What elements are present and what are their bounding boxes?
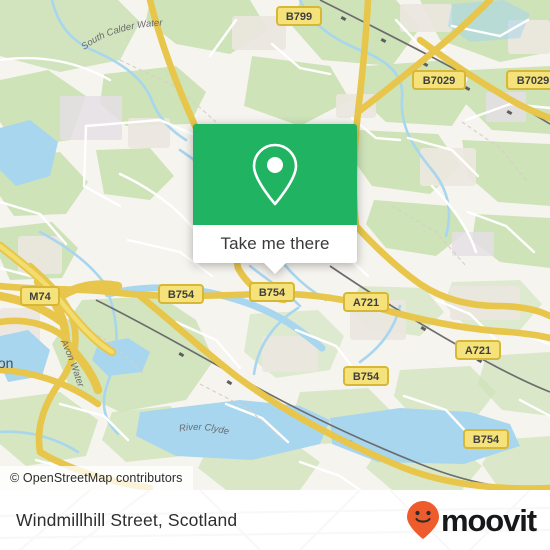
popup-footer[interactable]: Take me there	[193, 225, 357, 274]
footer-bar: Windmillhill Street, Scotland moovit	[0, 490, 550, 550]
svg-text:B7029: B7029	[423, 75, 455, 87]
popup-tail	[264, 263, 286, 274]
location-pin-icon	[252, 143, 298, 205]
take-me-there-popup[interactable]: Take me there	[193, 124, 357, 274]
place-label-town: ton	[0, 355, 13, 371]
road-shield-b799: B799	[276, 6, 322, 26]
svg-text:B7029: B7029	[517, 75, 549, 87]
svg-text:A721: A721	[353, 297, 379, 309]
road-shield-b754-a: B754	[158, 284, 204, 304]
svg-text:B754: B754	[259, 287, 286, 299]
svg-text:A721: A721	[465, 345, 491, 357]
osm-attribution-text: © OpenStreetMap contributors	[10, 471, 183, 485]
svg-text:B799: B799	[286, 11, 312, 23]
take-me-there-label: Take me there	[220, 234, 330, 253]
svg-text:B754: B754	[168, 289, 195, 301]
page-title: Windmillhill Street, Scotland	[16, 509, 238, 530]
road-shield-a721-b: A721	[455, 340, 501, 360]
moovit-smiley-pin-icon	[406, 501, 439, 539]
road-shield-a721-a: A721	[343, 292, 389, 312]
moovit-wordmark: moovit	[440, 502, 537, 538]
road-shield-b7029-a: B7029	[412, 70, 466, 90]
moovit-location-card: South Calder Water Avon Water River Clyd…	[0, 0, 550, 550]
svg-text:B754: B754	[353, 371, 380, 383]
road-shield-b7029-b: B7029	[506, 70, 550, 90]
road-shield-b754-d: B754	[463, 429, 509, 449]
svg-text:M74: M74	[29, 291, 51, 303]
road-shield-b754-c: B754	[343, 366, 389, 386]
road-shield-b754-b: B754	[249, 282, 295, 302]
popup-header	[193, 124, 357, 225]
svg-text:B754: B754	[473, 434, 500, 446]
moovit-logo[interactable]: moovit	[406, 500, 537, 540]
osm-attribution[interactable]: © OpenStreetMap contributors	[0, 466, 193, 490]
road-shield-m74: M74	[20, 286, 60, 306]
